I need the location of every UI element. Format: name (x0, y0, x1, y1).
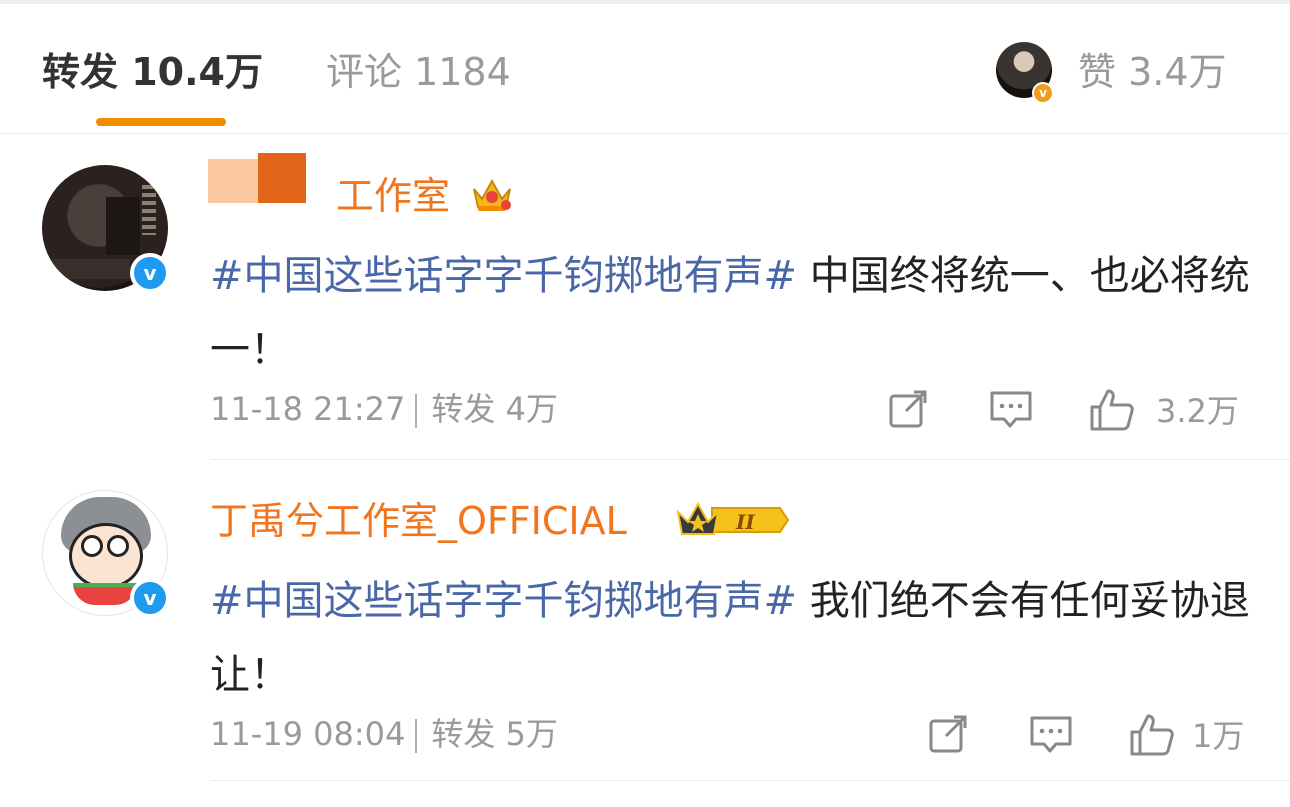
avatar-decoration (107, 535, 129, 557)
mosaic-overlay (208, 153, 306, 203)
timestamp: 11-18 21:27 (210, 390, 406, 428)
interaction-tabs: 转发 10.4万 评论 1184 v 赞 3.4万 (0, 4, 1290, 134)
mosaic-block (258, 153, 306, 203)
hashtag-link[interactable]: #中国这些话字字千钧掷地有声# (210, 578, 797, 624)
verified-icon: v (130, 253, 170, 293)
active-tab-indicator (96, 118, 226, 126)
share-button[interactable] (926, 712, 970, 760)
comment-icon (1030, 716, 1072, 753)
username[interactable]: 丁禹兮工作室_OFFICIAL (210, 498, 627, 544)
timestamp: 11-19 08:04 (210, 715, 406, 753)
mosaic-block (208, 159, 258, 203)
repost-content: #中国这些话字字千钧掷地有声# 我们绝不会有任何妥协退让！ (210, 564, 1250, 712)
avatar-decoration (69, 523, 143, 589)
comment-button[interactable] (988, 387, 1034, 435)
separator (415, 394, 418, 428)
verified-icon: v (130, 578, 170, 618)
like-count: 3.2万 (1156, 392, 1239, 430)
repost-item: v 丁禹兮工作室_OFFICIAL II #中国这些话字字千钧掷地有声# 我们绝… (0, 460, 1290, 785)
share-icon (929, 715, 967, 753)
like-count: 1万 (1192, 717, 1245, 755)
comment-icon (990, 391, 1032, 428)
repost-item: v 工作室 #中国这些话字字千钧掷地有声# 中国终将统一、也必将统一！ 11-1… (0, 135, 1290, 460)
tab-forward[interactable]: 转发 10.4万 (42, 44, 263, 100)
avatar-decoration (81, 535, 103, 557)
like-icon (1090, 389, 1134, 431)
avatar-decoration (73, 583, 137, 605)
share-button[interactable] (886, 387, 930, 435)
avatar-decoration (142, 185, 156, 235)
tab-like[interactable]: 赞 3.4万 (1078, 44, 1227, 100)
forward-count: 转发 5万 (431, 715, 558, 753)
like-icon (1130, 714, 1174, 756)
like-button[interactable] (1128, 712, 1176, 760)
level-badge-text: II (735, 510, 755, 534)
divider (210, 780, 1290, 781)
repost-content: #中国这些话字字千钧掷地有声# 中国终将统一、也必将统一！ (210, 239, 1250, 387)
separator (415, 719, 418, 753)
comment-button[interactable] (1028, 712, 1074, 760)
crown-icon (473, 178, 511, 211)
crown-icon: II (676, 501, 790, 535)
repost-meta: 11-19 08:04 转发 5万 (210, 710, 558, 758)
tab-comment[interactable]: 评论 1184 (326, 44, 511, 100)
share-icon (889, 390, 927, 428)
repost-meta: 11-18 21:27 转发 4万 (210, 385, 558, 433)
hashtag-link[interactable]: #中国这些话字字千钧掷地有声# (210, 253, 797, 299)
forward-count: 转发 4万 (431, 390, 558, 428)
username[interactable]: 工作室 (336, 173, 450, 219)
verified-icon: v (1032, 82, 1054, 104)
like-button[interactable] (1088, 387, 1136, 435)
mosaic-overlay (106, 197, 140, 255)
avatar-decoration (50, 259, 130, 279)
